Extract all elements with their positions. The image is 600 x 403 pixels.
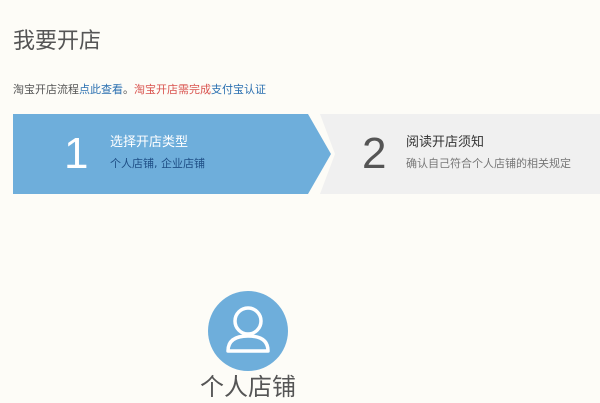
person-icon [226,306,270,353]
page-title: 我要开店 [13,29,102,54]
step-2-title: 阅读开店须知 [406,135,485,150]
step-1-number: 1 [64,129,89,178]
step-2-description: 确认自己符合个人店铺的相关规定 [406,157,571,170]
view-process-link[interactable]: 点此查看 [79,83,123,96]
step-2-number: 2 [362,129,387,178]
notice-requirement-text: 淘宝开店需完成 [134,83,211,96]
step-1-description: 个人店铺, 企业店铺 [110,157,205,170]
notice-process-text: 淘宝开店流程 [13,83,79,96]
open-shop-notice: 淘宝开店流程点此查看。淘宝开店需完成支付宝认证 [13,82,266,98]
personal-shop-icon-circle [208,291,288,371]
notice-separator: 。 [123,83,134,96]
step-1-background [13,114,331,194]
alipay-auth-link[interactable]: 支付宝认证 [211,83,266,96]
step-1-title: 选择开店类型 [110,135,189,150]
personal-shop-option[interactable]: 个人店铺 [188,276,308,401]
step-progress: 1 选择开店类型 个人店铺, 企业店铺 2 阅读开店须知 确认自己符合个人店铺的… [13,114,600,194]
personal-shop-label: 个人店铺 [200,373,296,401]
